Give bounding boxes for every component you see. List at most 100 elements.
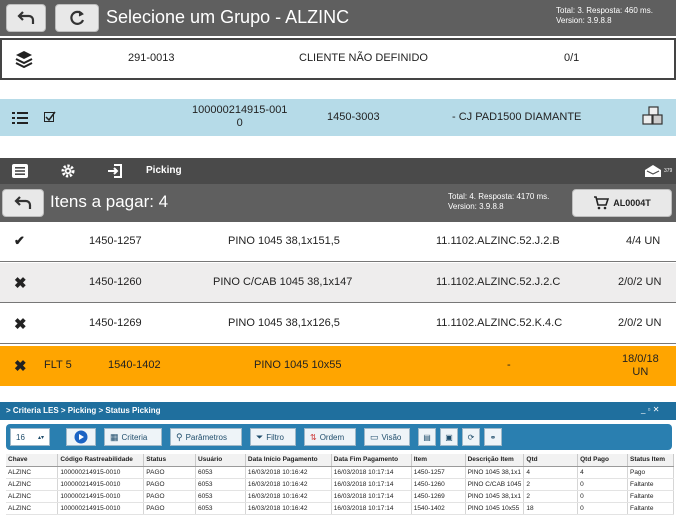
column-header[interactable]: Qtd Pago [577, 454, 628, 467]
layers-icon [15, 51, 33, 69]
picking-toolbar: Picking 379 [0, 158, 676, 184]
column-header[interactable]: Descrição Item [465, 454, 525, 467]
export-button[interactable]: ▤ [418, 428, 436, 446]
item-code: 1450-1257 [89, 235, 142, 247]
criteria-icon: ▦ [110, 431, 119, 442]
cart-button[interactable]: AL0004T [572, 189, 672, 217]
items-back-button[interactable] [2, 189, 44, 217]
operation-desc: - CJ PAD1500 DIAMANTE [452, 111, 582, 123]
item-location: 11.1102.ALZINC.52.J.2.B [436, 235, 560, 247]
refresh-grid-icon: ⟳ [467, 432, 475, 442]
column-header[interactable]: Data Início Pagamento [245, 454, 332, 467]
table-cell: 18 [523, 502, 579, 515]
item-row[interactable]: ✖ 1450-1260 PINO C/CAB 1045 38,1x147 11.… [0, 263, 676, 303]
table-cell: 16/03/2018 10:16:42 [245, 502, 332, 515]
parameters-button[interactable]: ⚲ Parâmetros [170, 428, 242, 446]
refresh-button[interactable] [55, 4, 99, 32]
menu-icon[interactable] [12, 164, 28, 178]
cart-label: AL0004T [613, 198, 651, 208]
table-row[interactable]: ALZINC 100000214915-0010 PAGO 6053 16/03… [6, 466, 675, 479]
table-cell: 1540-1402 [411, 502, 466, 515]
item-row[interactable]: ✔︎ 1450-1257 PINO 1045 38,1x151,5 11.110… [0, 222, 676, 262]
table-cell: 4 [577, 466, 628, 479]
play-button[interactable] [66, 428, 96, 446]
item-desc: PINO 1045 38,1x126,5 [228, 317, 340, 329]
table-cell: 16/03/2018 10:16:42 [245, 466, 332, 479]
panel-toolbar: 16 ▴▾ ▦ Criteria ⚲ Parâmetros ⏷ Filtro ⇅… [6, 424, 672, 450]
column-header[interactable]: Status Item [627, 454, 675, 467]
table-row[interactable]: ALZINC 100000214915-0010 PAGO 6053 16/03… [6, 490, 675, 503]
response-info: Total: 3. Resposta: 460 ms. Version: 3.9… [556, 6, 653, 25]
table-cell: ALZINC [6, 502, 59, 515]
double-check-icon: ✔︎ [14, 233, 25, 248]
table-cell: 6053 [195, 490, 246, 503]
item-location: 11.1102.ALZINC.52.J.2.C [436, 276, 561, 288]
column-header[interactable]: Código Rastreabilidade [57, 454, 145, 467]
view-button[interactable]: ▭ Visão [364, 428, 410, 446]
column-header[interactable]: Qtd [523, 454, 579, 467]
table-cell: PINO 1045 38,1x1 [465, 466, 525, 479]
inbox-icon[interactable] [644, 164, 662, 178]
table-cell: PINO 1045 10x55 [465, 502, 525, 515]
table-row[interactable]: ALZINC 100000214915-0010 PAGO 6053 16/03… [6, 478, 675, 491]
panel-breadcrumb: > Criteria LES > Picking > Status Pickin… [0, 402, 676, 420]
table-cell: 6053 [195, 466, 246, 479]
item-desc: PINO 1045 38,1x151,5 [228, 235, 340, 247]
link-button[interactable]: ⚭ [484, 428, 502, 446]
item-code: 1450-1260 [89, 276, 142, 288]
group-row[interactable]: 291-0013 CLIENTE NÃO DEFINIDO 0/1 [0, 38, 676, 80]
top-header: Selecione um Grupo - ALZINC Total: 3. Re… [0, 0, 676, 36]
table-cell: PAGO [143, 478, 197, 491]
page-size-select[interactable]: 16 ▴▾ [10, 428, 50, 446]
table-cell: 1450-1257 [411, 466, 466, 479]
back-button[interactable] [6, 4, 46, 32]
table-cell: 16/03/2018 10:17:14 [331, 478, 412, 491]
item-row-highlighted[interactable]: ✖ FLT 5 1540-1402 PINO 1045 10x55 - 18/0… [0, 346, 676, 386]
table-cell: 1450-1260 [411, 478, 466, 491]
link-icon: ⚭ [489, 432, 497, 442]
status-picking-panel: > Criteria LES > Picking > Status Pickin… [0, 402, 676, 521]
refresh-grid-button[interactable]: ⟳ [462, 428, 480, 446]
back-arrow-icon [14, 196, 32, 209]
column-header[interactable]: Data Fim Pagamento [331, 454, 412, 467]
item-location: 11.1102.ALZINC.52.K.4.C [436, 317, 563, 329]
gear-icon[interactable] [60, 163, 76, 179]
table-cell: PAGO [143, 490, 197, 503]
filter-icon: ⏷ [256, 431, 264, 442]
checkbox-checked-icon[interactable] [44, 111, 56, 123]
table-cell: PAGO [143, 502, 197, 515]
group-count: 0/1 [564, 52, 580, 64]
item-desc: PINO 1045 10x55 [254, 359, 342, 371]
table-cell: 1450-1269 [411, 490, 466, 503]
view-icon: ▭ [370, 431, 379, 442]
table-row[interactable]: ALZINC 100000214915-0010 PAGO 6053 16/03… [6, 502, 675, 515]
column-header[interactable]: Usuário [195, 454, 246, 467]
table-cell: Faltante [627, 490, 675, 503]
table-cell: Faltante [627, 478, 675, 491]
status-table: Chave Código Rastreabilidade Status Usuá… [6, 454, 675, 515]
table-cell: ALZINC [6, 490, 59, 503]
login-icon[interactable] [107, 163, 123, 179]
table-cell: 100000214915-0010 [57, 466, 145, 479]
table-cell: 100000214915-0010 [57, 502, 145, 515]
operation-row[interactable]: 100000214915-001 0 1450-3003 - CJ PAD150… [0, 99, 676, 136]
item-flt: FLT 5 [44, 359, 72, 371]
table-cell: ALZINC [6, 466, 59, 479]
boxes-icon [642, 106, 663, 125]
operation-id: 100000214915-001 0 [192, 104, 288, 129]
order-button[interactable]: ⇅ Ordem [304, 428, 356, 446]
column-header[interactable]: Status [143, 454, 197, 467]
window-controls[interactable]: _ ▫ ✕ [641, 405, 659, 414]
group-client: CLIENTE NÃO DEFINIDO [299, 52, 428, 64]
column-header[interactable]: Item [411, 454, 466, 467]
spinner-icon: ▴▾ [37, 434, 44, 441]
filter-button[interactable]: ⏷ Filtro [250, 428, 296, 446]
save-button[interactable]: ▣ [440, 428, 458, 446]
criteria-button[interactable]: ▦ Criteria [104, 428, 162, 446]
table-cell: 6053 [195, 478, 246, 491]
column-header[interactable]: Chave [6, 454, 59, 467]
close-icon: ✖ [14, 316, 27, 333]
item-qty: 2/0/2 UN [618, 276, 662, 288]
close-icon: ✖ [14, 275, 27, 292]
item-row[interactable]: ✖ 1450-1269 PINO 1045 38,1x126,5 11.1102… [0, 304, 676, 344]
